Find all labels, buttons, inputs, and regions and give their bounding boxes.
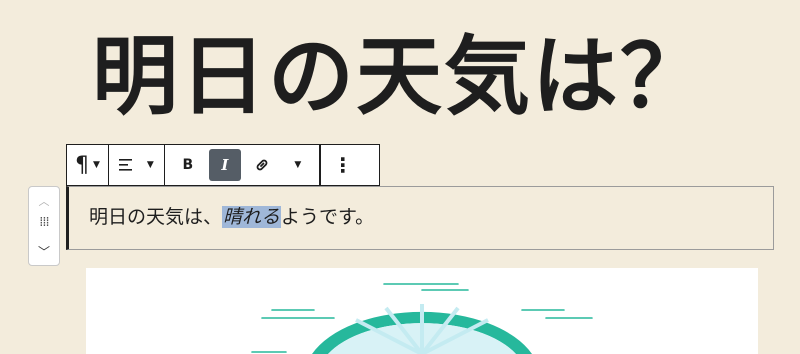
more-options-icon: ⋮ <box>332 153 353 177</box>
bold-button[interactable]: B <box>171 149 205 181</box>
block-mover: ︿ ⁞⁞⁞ ﹀ <box>28 186 60 266</box>
block-toolbar: ¶ ▼ ▼ B I ▼ ⋮ <box>66 144 380 186</box>
chevron-down-icon: ▼ <box>146 160 154 170</box>
more-formats-dropdown[interactable]: ▼ <box>283 149 313 181</box>
chevron-down-icon: ▼ <box>294 160 302 170</box>
selected-italic-text[interactable]: 晴れる <box>222 206 282 228</box>
paragraph-text-before: 明日の天気は、 <box>89 206 223 228</box>
bold-icon: B <box>182 157 194 173</box>
more-options-button[interactable]: ⋮ <box>333 149 353 181</box>
paragraph-icon: ¶ <box>75 152 89 178</box>
link-button[interactable] <box>245 149 279 181</box>
format-group: B I ▼ <box>165 145 320 185</box>
paragraph-text[interactable]: 明日の天気は、晴れるようです。 <box>89 203 374 231</box>
move-up-icon[interactable]: ︿ <box>29 193 59 209</box>
paragraph-type-button[interactable]: ¶ ▼ <box>75 149 100 181</box>
alignment-group: ▼ <box>109 145 165 185</box>
move-down-icon[interactable]: ﹀ <box>29 243 59 260</box>
paragraph-block[interactable]: 明日の天気は、晴れるようです。 <box>66 186 774 250</box>
post-title[interactable]: 明日の天気は？ <box>0 22 800 132</box>
italic-icon: I <box>221 156 229 174</box>
align-button[interactable]: ▼ <box>118 149 154 181</box>
align-icon <box>118 158 135 172</box>
link-icon <box>254 157 270 173</box>
drag-handle-icon[interactable]: ⁞⁞⁞ <box>29 215 59 230</box>
image-block[interactable] <box>86 268 758 354</box>
paragraph-text-after: ようです。 <box>281 206 375 228</box>
block-type-group: ¶ ▼ <box>67 145 109 185</box>
weather-illustration <box>251 283 593 354</box>
options-group: ⋮ <box>319 145 365 185</box>
italic-button[interactable]: I <box>208 149 241 181</box>
chevron-down-icon: ▼ <box>93 160 100 170</box>
